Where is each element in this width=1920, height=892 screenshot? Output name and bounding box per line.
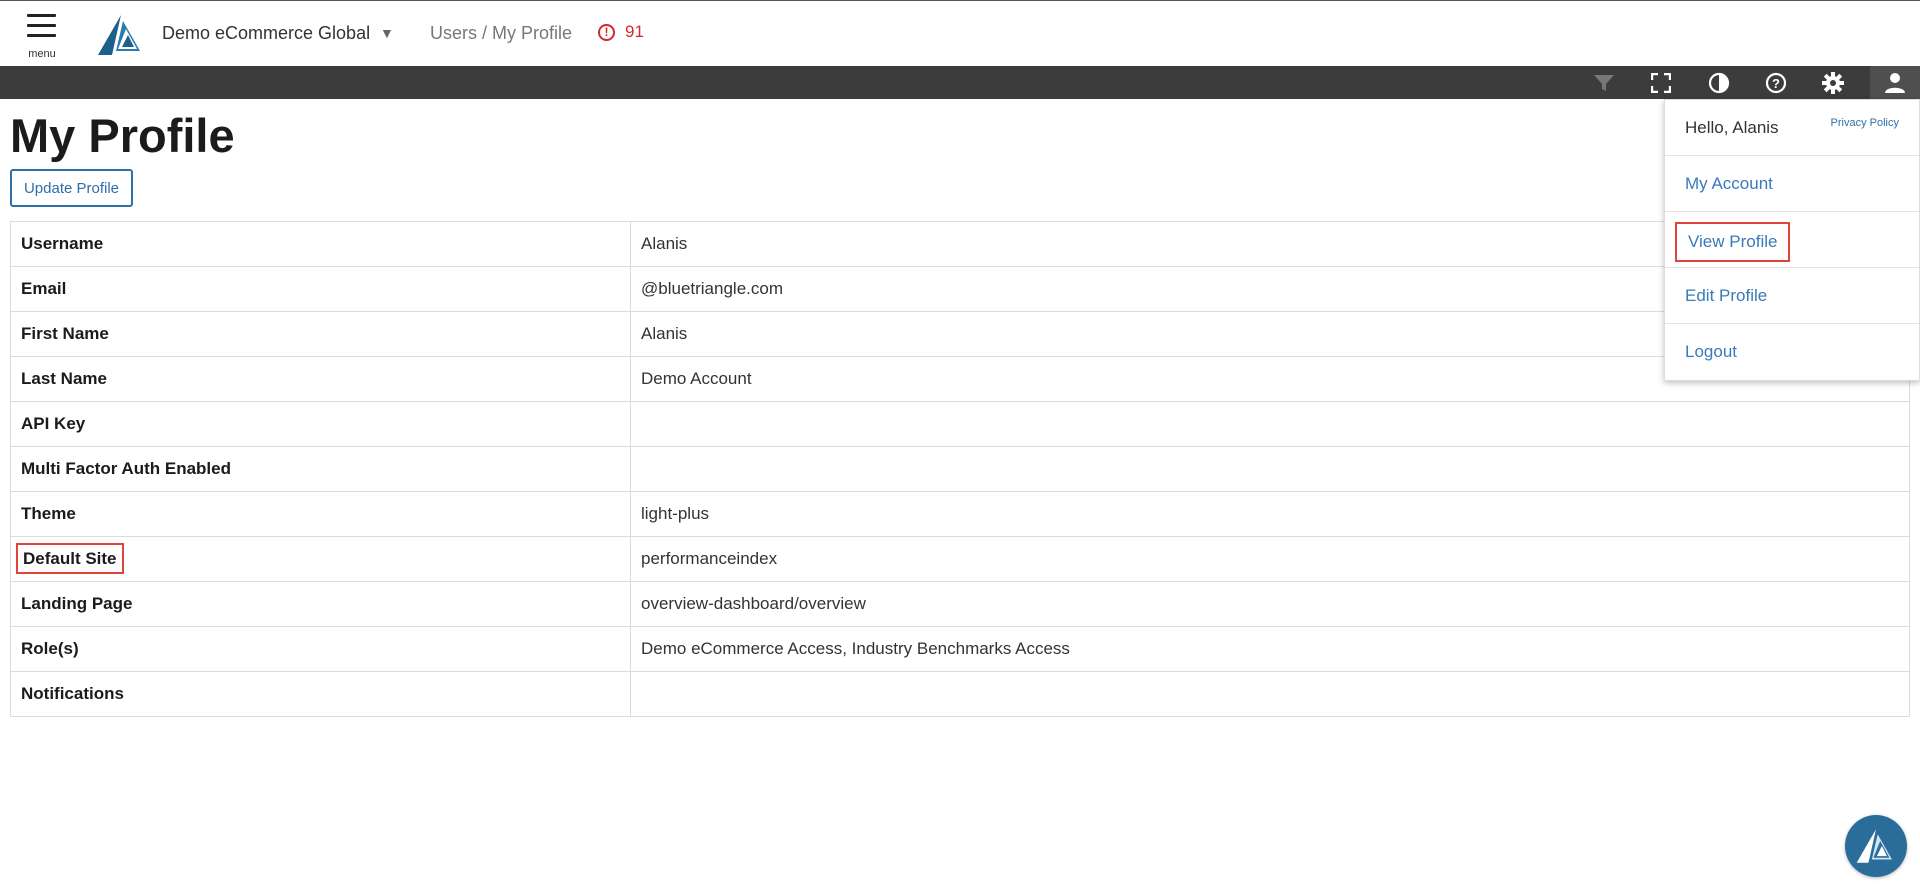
user-menu-dropdown: Hello, Alanis Privacy Policy My Account … [1664,99,1920,381]
field-label: Email [10,266,631,312]
field-label: Notifications [10,671,631,717]
user-menu-item[interactable]: My Account [1665,156,1919,212]
gear-icon[interactable] [1813,66,1853,99]
hamburger-icon-bar [27,24,56,27]
table-row: Notifications [10,671,1910,717]
user-menu-header: Hello, Alanis Privacy Policy [1665,100,1919,156]
user-menu-item[interactable]: View Profile [1665,212,1919,268]
menu-label: menu [28,48,56,60]
field-label-cell: Default Site [10,536,631,582]
hamburger-icon-bar [27,34,56,37]
field-value: overview-dashboard/overview [630,581,1910,627]
field-value: Demo eCommerce Access, Industry Benchmar… [630,626,1910,672]
field-label: API Key [10,401,631,447]
menu-button[interactable]: menu [22,14,62,62]
field-value: performanceindex [630,536,1910,582]
table-row: Username Alanis [10,221,1910,267]
logout-link[interactable]: Logout [1685,342,1737,362]
contrast-icon[interactable] [1699,66,1739,99]
user-icon[interactable] [1870,66,1920,99]
user-menu-item[interactable]: Edit Profile [1665,268,1919,324]
my-account-link[interactable]: My Account [1685,174,1773,194]
alert-count: 91 [625,22,644,41]
table-row: Theme light-plus [10,491,1910,537]
field-label: Role(s) [10,626,631,672]
fullscreen-icon[interactable] [1641,66,1681,99]
field-label: Theme [10,491,631,537]
table-row: API Key [10,401,1910,447]
user-menu-item[interactable]: Logout [1665,324,1919,380]
toolbar: ? [0,66,1920,99]
field-label: First Name [10,311,631,357]
table-row: Email @bluetriangle.com [10,266,1910,312]
help-icon[interactable]: ? [1756,66,1796,99]
table-row: Default Site performanceindex [10,536,1910,582]
table-row: Role(s) Demo eCommerce Access, Industry … [10,626,1910,672]
update-profile-button[interactable]: Update Profile [10,169,133,207]
field-label: Last Name [10,356,631,402]
table-row: Landing Page overview-dashboard/overview [10,581,1910,627]
field-value [630,446,1910,492]
caret-down-icon[interactable]: ▼ [380,25,394,41]
brand-logo[interactable] [96,13,146,57]
edit-profile-link[interactable]: Edit Profile [1685,286,1767,306]
filter-icon[interactable] [1584,66,1624,99]
field-label: Landing Page [10,581,631,627]
field-label: Username [10,221,631,267]
svg-text:?: ? [1772,76,1780,91]
field-label: Multi Factor Auth Enabled [10,446,631,492]
table-row: Multi Factor Auth Enabled [10,446,1910,492]
table-row: First Name Alanis [10,311,1910,357]
alert-indicator[interactable]: ! 91 [598,22,644,42]
top-header: menu Demo eCommerce Global ▼ Users / My … [0,0,1920,66]
breadcrumb: Users / My Profile [430,23,573,43]
privacy-policy-link[interactable]: Privacy Policy [1831,117,1899,129]
field-label: Default Site [16,543,124,574]
site-selector[interactable]: Demo eCommerce Global [162,23,370,44]
field-value: light-plus [630,491,1910,537]
view-profile-link[interactable]: View Profile [1675,222,1791,262]
field-value [630,401,1910,447]
field-value [630,671,1910,717]
page-title: My Profile [10,109,235,162]
alert-icon: ! [598,23,615,41]
brand-logo-icon [1856,829,1892,863]
user-greeting: Hello, Alanis [1685,118,1779,137]
profile-table: Username Alanis Email @bluetriangle.com … [10,221,1910,717]
hamburger-icon [27,14,56,17]
table-row: Last Name Demo Account [10,356,1910,402]
floating-assistant-button[interactable] [1845,815,1907,877]
